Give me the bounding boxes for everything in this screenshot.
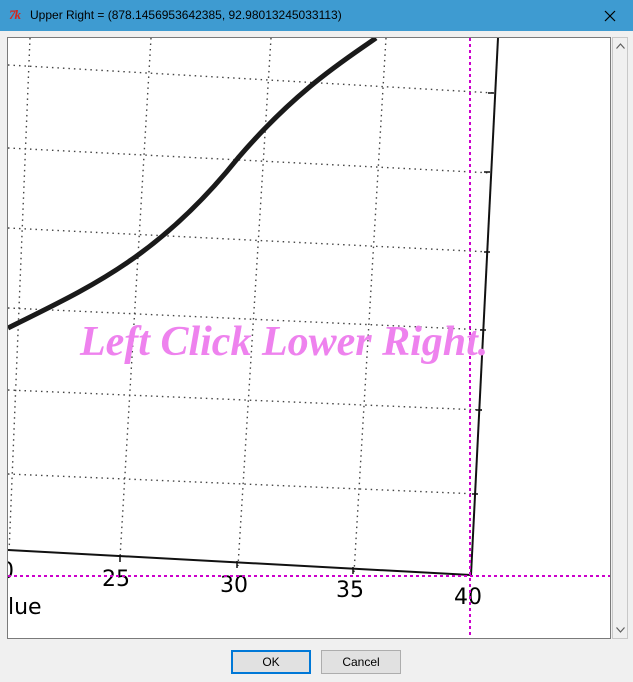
tick-label-0: 0: [8, 559, 14, 584]
scroll-track[interactable]: [614, 55, 626, 621]
title-bar[interactable]: 7k Upper Right = (878.1456953642385, 92.…: [0, 0, 633, 31]
plot-curve: [8, 38, 378, 331]
ok-button[interactable]: OK: [231, 650, 311, 674]
tick-label-25: 25: [102, 567, 130, 592]
vertical-scrollbar[interactable]: [612, 37, 628, 639]
plot-image: 0 25 30 35 40 lue Left Click Lower Right…: [8, 38, 610, 638]
plot-axes: [8, 38, 499, 576]
tick-label-40: 40: [454, 585, 482, 610]
chevron-down-icon: [615, 627, 625, 633]
close-icon: [604, 10, 616, 21]
instruction-text: Left Click Lower Right.: [79, 319, 488, 365]
scroll-down-button[interactable]: [613, 622, 627, 638]
axis-label: lue: [8, 595, 42, 620]
tk-feather-icon: 7k: [9, 7, 21, 22]
cancel-button[interactable]: Cancel: [321, 650, 401, 674]
chevron-up-icon: [615, 43, 625, 49]
scroll-up-button[interactable]: [613, 38, 627, 54]
tick-label-35: 35: [336, 578, 364, 603]
close-button[interactable]: [587, 0, 633, 31]
window-title: Upper Right = (878.1456953642385, 92.980…: [30, 8, 342, 22]
image-canvas[interactable]: 0 25 30 35 40 lue Left Click Lower Right…: [7, 37, 611, 639]
grid-lines: [8, 38, 495, 574]
